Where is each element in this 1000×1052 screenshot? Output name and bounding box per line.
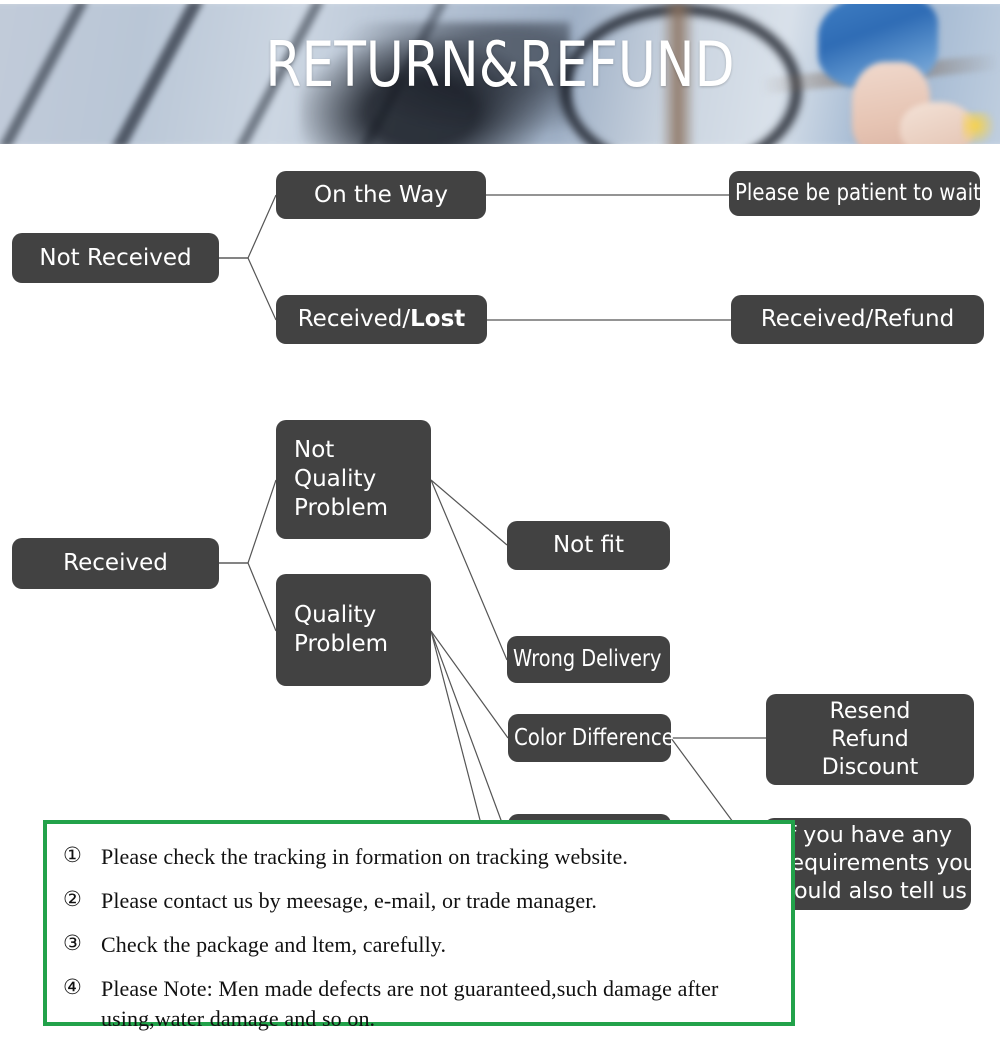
connector-not-quality-to-wrong-delivery [430, 479, 508, 661]
flow-node-label: Not fit [552, 532, 625, 558]
flow-node-not-fit: Not fit [507, 521, 670, 570]
flow-node-label: Color Difference [514, 725, 674, 751]
banner-yellow-accent [962, 112, 996, 144]
return-refund-flowchart: Not Received On the Way Received/Lost Pleas… [0, 144, 1000, 953]
instruction-text: Check the package and ltem, carefully. [101, 932, 447, 957]
instruction-number-badge: ① [63, 843, 82, 867]
flow-node-not-quality: Not Quality Problem [276, 420, 431, 539]
flow-node-label: Not Quality Problem [294, 437, 389, 521]
flow-node-label: Please be patient to wait [735, 180, 981, 206]
flow-node-received-refund: Received/Refund [731, 295, 984, 344]
instruction-text: Please contact us by meesage, e-mail, or… [101, 888, 598, 913]
instruction-text: Please check the tracking in formation o… [101, 844, 629, 869]
flow-node-received-lost: Received/Lost [276, 295, 487, 344]
flow-node-on-the-way: On the Way [276, 171, 486, 219]
flow-node-label: Wrong Delivery [513, 646, 662, 672]
connector-received-to-not-quality [219, 479, 277, 564]
connector-received-to-quality-problem [219, 562, 277, 632]
flow-node-label: Not Received [39, 245, 192, 271]
flow-node-received: Received [12, 538, 219, 589]
header-banner: RETURN&REFUND [0, 4, 1000, 144]
connector-not-received-to-on-the-way [219, 194, 277, 259]
flow-node-resend-refund-discount: Resend Refund Discount [766, 694, 974, 785]
flow-node-label: Quality Problem [294, 602, 389, 657]
connector-quality-problem-to-color-difference [430, 630, 509, 739]
flow-node-label: If you have any requirements you could a… [782, 823, 977, 904]
flow-node-quality-problem: Quality Problem [276, 574, 431, 686]
flow-node-label: Received/Lost [297, 306, 466, 332]
instructions-box: ① Please check the tracking in formation … [43, 820, 795, 1031]
flow-node-please-be-patient: Please be patient to wait [729, 171, 981, 216]
instruction-item: ① Please check the tracking in formation … [63, 842, 775, 872]
flow-node-label: Resend Refund Discount [821, 698, 919, 780]
connector-not-quality-to-not-fit [430, 479, 508, 546]
instruction-number-badge: ③ [63, 931, 82, 955]
flow-node-label: On the Way [313, 182, 449, 208]
instruction-item: ④ Please Note: Men made defects are not g… [63, 974, 775, 1034]
flow-node-color-difference: Color Difference [508, 714, 674, 762]
flow-node-label: Received/Refund [760, 306, 955, 332]
instruction-item: ② Please contact us by meesage, e-mail, o… [63, 886, 775, 916]
connector-quality-problem-to-quality-defect [430, 630, 509, 840]
instruction-number-badge: ④ [63, 975, 82, 999]
flow-node-label: Received [63, 550, 168, 576]
instruction-number-badge: ② [63, 887, 82, 911]
instruction-item: ③ Check the package and ltem, carefully. [63, 930, 775, 960]
page-title: RETURN&REFUND [265, 28, 735, 101]
instruction-text: Please Note: Men made defects are not gu… [101, 976, 719, 1031]
connector-not-received-to-received-lost [219, 257, 277, 321]
flow-node-if-you-have-any: If you have any requirements you could a… [764, 818, 977, 910]
flow-node-wrong-delivery: Wrong Delivery [507, 636, 670, 683]
flow-node-not-received: Not Received [12, 233, 219, 283]
